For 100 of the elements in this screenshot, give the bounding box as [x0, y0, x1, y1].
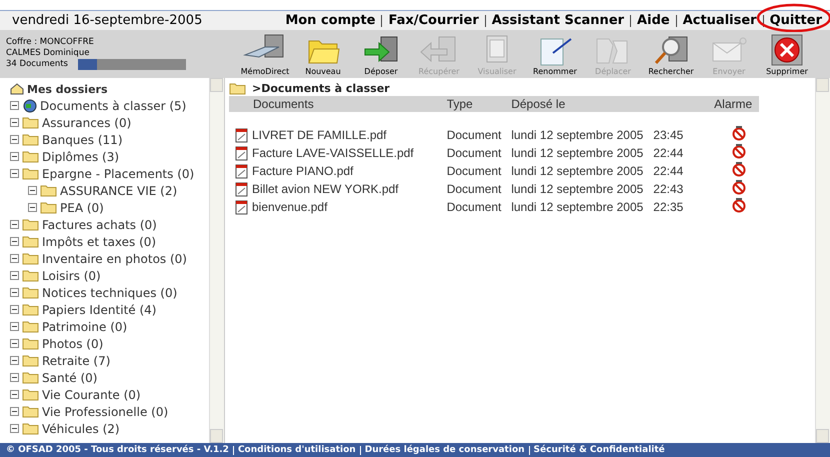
folder-label[interactable]: Diplômes (3) — [42, 150, 120, 164]
collapse-toggle[interactable] — [10, 322, 19, 331]
folder-label[interactable]: PEA (0) — [60, 200, 104, 214]
table-cell: 22:43 — [653, 182, 684, 196]
toolbar-button[interactable]: Supprimer — [758, 33, 816, 76]
toolbar-button[interactable]: Nouveau — [294, 33, 352, 76]
folder-icon — [22, 303, 39, 316]
collapse-toggle[interactable] — [10, 356, 19, 365]
folder-label[interactable]: Notices techniques (0) — [42, 286, 178, 300]
folder-label[interactable]: Documents à classer (5) — [40, 98, 186, 112]
folder-label[interactable]: ASSURANCE VIE (2) — [60, 184, 178, 198]
folder-label[interactable]: Retraite (7) — [42, 354, 110, 368]
collapse-toggle[interactable] — [10, 237, 19, 246]
folder-label[interactable]: Vie Professionelle (0) — [42, 404, 168, 418]
collapse-toggle[interactable] — [10, 390, 19, 399]
alarm-off-icon[interactable] — [732, 180, 746, 195]
collapse-toggle[interactable] — [10, 169, 19, 178]
collapse-toggle[interactable] — [10, 135, 19, 144]
folder-icon — [22, 218, 39, 231]
collapse-toggle[interactable] — [10, 305, 19, 314]
table-cell: 22:44 — [653, 164, 684, 178]
menu-link[interactable]: Fax/Courrier — [384, 13, 483, 28]
column-header: Déposé le — [511, 96, 714, 112]
pdf-file-icon — [235, 164, 248, 178]
column-header: Type — [446, 96, 512, 112]
folder-icon — [22, 150, 39, 163]
alarm-off-icon[interactable] — [732, 162, 746, 177]
collapse-toggle[interactable] — [10, 254, 19, 263]
table-cell: lundi 12 septembre 2005 — [511, 200, 644, 214]
toolbar-button[interactable]: Renommer — [526, 33, 584, 76]
file-name[interactable]: Facture PIANO.pdf — [252, 164, 354, 178]
collapse-toggle[interactable] — [10, 152, 19, 161]
collapse-toggle[interactable] — [10, 407, 19, 416]
vault-label: Coffre : MONCOFFRE — [6, 36, 95, 46]
globe-folder-icon — [22, 98, 37, 112]
folder-icon — [22, 388, 39, 401]
file-name[interactable]: Billet avion NEW YORK.pdf — [252, 182, 399, 196]
folder-label[interactable]: Vie Courante (0) — [42, 388, 141, 402]
folder-icon — [22, 116, 39, 129]
pdf-file-icon — [235, 182, 248, 196]
menu-link[interactable]: Aide — [633, 13, 674, 28]
user-name: CALMES Dominique — [6, 48, 90, 58]
alarm-off-icon[interactable] — [732, 126, 746, 141]
folder-icon — [22, 252, 39, 265]
footer-link[interactable]: Sécurité & Confidentialité — [534, 445, 665, 455]
folder-label[interactable]: Factures achats (0) — [42, 218, 157, 232]
folder-label[interactable]: Loisirs (0) — [42, 268, 101, 282]
table-cell: 22:35 — [653, 200, 684, 214]
collapse-toggle[interactable] — [28, 186, 37, 195]
scrollbar[interactable] — [815, 78, 830, 443]
footer-link[interactable]: Conditions d'utilisation — [238, 445, 356, 455]
collapse-toggle[interactable] — [28, 203, 37, 212]
pdf-file-icon — [235, 200, 248, 214]
folder-icon — [22, 422, 39, 435]
tree-root-label[interactable]: Mes dossiers — [27, 82, 108, 96]
folder-label[interactable]: Papiers Identité (4) — [42, 302, 156, 316]
collapse-toggle[interactable] — [10, 339, 19, 348]
table-cell-text: Document — [446, 199, 502, 216]
table-cell: lundi 12 septembre 2005 — [511, 182, 644, 196]
folder-label[interactable]: Patrimoine (0) — [42, 320, 128, 334]
folder-label[interactable]: Santé (0) — [42, 370, 98, 384]
toolbar-button[interactable]: Déposer — [352, 33, 410, 76]
folder-label[interactable]: Banques (11) — [42, 132, 122, 146]
file-name[interactable]: LIVRET DE FAMILLE.pdf — [252, 128, 387, 142]
folder-label[interactable]: Epargne - Placements (0) — [42, 166, 194, 180]
collapse-toggle[interactable] — [10, 373, 19, 382]
folder-icon — [40, 184, 57, 197]
folder-label[interactable]: Inventaire en photos (0) — [42, 252, 187, 266]
table-cell-text: Document — [446, 145, 502, 162]
menu-link[interactable]: Assistant Scanner — [488, 13, 628, 28]
table-cell-text: Document — [446, 127, 502, 144]
collapse-toggle[interactable] — [10, 101, 19, 110]
date-label: vendredi 16-septembre-2005 — [12, 13, 202, 28]
collapse-toggle[interactable] — [10, 271, 19, 280]
menu-link[interactable]: Mon compte — [281, 13, 380, 28]
alarm-off-icon[interactable] — [732, 144, 746, 159]
collapse-toggle[interactable] — [10, 220, 19, 229]
pdf-file-icon — [235, 128, 248, 142]
folder-icon — [22, 235, 39, 248]
folder-icon — [22, 167, 39, 180]
pdf-file-icon — [235, 146, 248, 160]
folder-label[interactable]: Impôts et taxes (0) — [42, 234, 156, 248]
footer-link[interactable]: Durées légales de conservation — [364, 445, 525, 455]
folder-icon — [22, 286, 39, 299]
alarm-off-icon[interactable] — [732, 198, 746, 213]
folder-label[interactable]: Véhicules (2) — [42, 422, 120, 436]
folder-icon — [22, 337, 39, 350]
scrollbar[interactable] — [209, 78, 224, 443]
collapse-toggle[interactable] — [10, 288, 19, 297]
menu-link[interactable]: Actualiser — [678, 13, 761, 28]
table-cell: lundi 12 septembre 2005 — [511, 164, 644, 178]
folder-label[interactable]: Assurances (0) — [42, 116, 132, 130]
column-header: Alarme — [714, 96, 759, 112]
collapse-toggle[interactable] — [10, 424, 19, 433]
collapse-toggle[interactable] — [10, 118, 19, 127]
folder-label[interactable]: Photos (0) — [42, 336, 104, 350]
toolbar-button[interactable]: MémoDirect — [236, 33, 294, 76]
toolbar-button[interactable]: Rechercher — [642, 33, 700, 76]
file-name[interactable]: Facture LAVE-VAISSELLE.pdf — [252, 146, 414, 160]
file-name[interactable]: bienvenue.pdf — [252, 200, 328, 214]
